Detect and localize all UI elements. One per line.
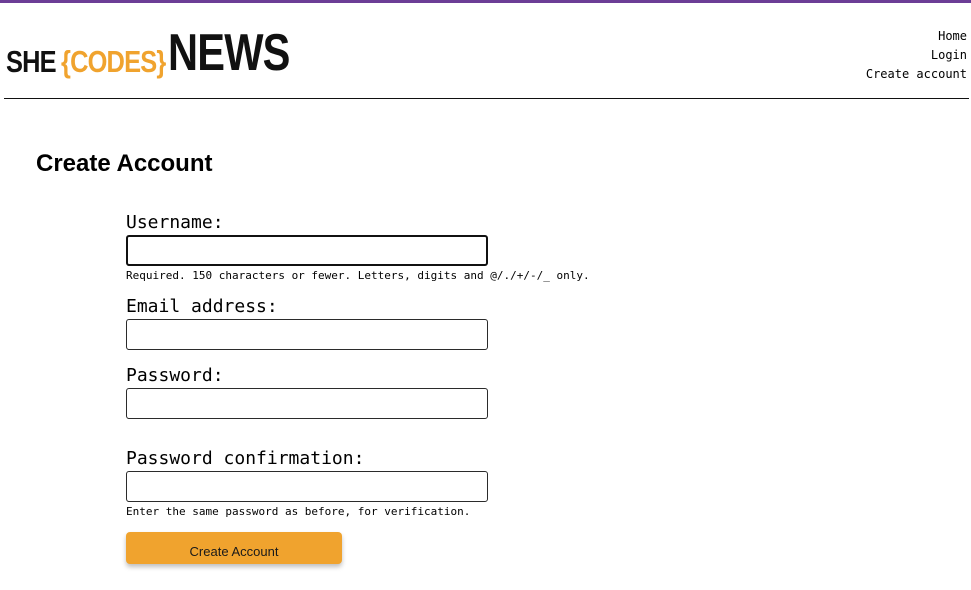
logo-codes-text: {CODES} bbox=[60, 44, 166, 79]
site-logo[interactable]: SHE {CODES} NEWS bbox=[6, 23, 320, 79]
email-label: Email address: bbox=[126, 296, 278, 317]
logo-she-text: SHE bbox=[6, 44, 57, 79]
password-confirmation-input[interactable] bbox=[126, 471, 488, 502]
password-label: Password: bbox=[126, 365, 224, 386]
password-confirmation-help-text: Enter the same password as before, for v… bbox=[126, 505, 471, 518]
username-label: Username: bbox=[126, 212, 224, 233]
nav-link-home[interactable]: Home bbox=[866, 27, 967, 46]
create-account-button[interactable]: Create Account bbox=[126, 532, 342, 564]
password-confirmation-label: Password confirmation: bbox=[126, 448, 365, 469]
nav-link-create-account[interactable]: Create account bbox=[866, 65, 967, 84]
username-input[interactable] bbox=[126, 235, 488, 266]
username-help-text: Required. 150 characters or fewer. Lette… bbox=[126, 269, 590, 282]
page-title: Create Account bbox=[36, 150, 213, 177]
password-input[interactable] bbox=[126, 388, 488, 419]
nav-link-login[interactable]: Login bbox=[866, 46, 967, 65]
logo-news-text: NEWS bbox=[168, 24, 290, 82]
site-header: SHE {CODES} NEWS Home Login Create accou… bbox=[4, 3, 969, 99]
main-nav: Home Login Create account bbox=[866, 27, 967, 84]
email-input[interactable] bbox=[126, 319, 488, 350]
